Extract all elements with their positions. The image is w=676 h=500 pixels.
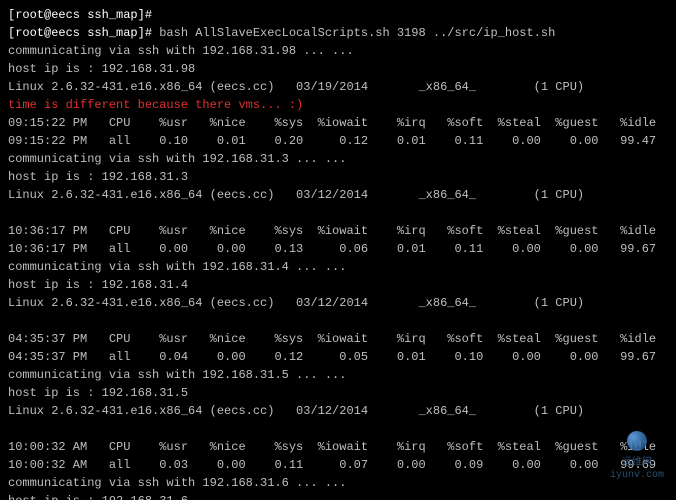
mpstat-header: 10:36:17 PM CPU %usr %nice %sys %iowait … xyxy=(8,224,656,238)
kernel-line: Linux 2.6.32-431.e16.x86_64 (eecs.cc) 03… xyxy=(8,188,584,202)
terminal-window[interactable]: [root@eecs ssh_map]# [root@eecs ssh_map]… xyxy=(0,0,676,500)
ssh-comm-line: communicating via ssh with 192.168.31.4 … xyxy=(8,260,346,274)
ssh-comm-line: communicating via ssh with 192.168.31.98… xyxy=(8,44,354,58)
host-ip-line: host ip is : 192.168.31.4 xyxy=(8,278,188,292)
host-ip-line: host ip is : 192.168.31.5 xyxy=(8,386,188,400)
mpstat-header: 04:35:37 PM CPU %usr %nice %sys %iowait … xyxy=(8,332,656,346)
host-ip-line: host ip is : 192.168.31.98 xyxy=(8,62,195,76)
host-ip-line: host ip is : 192.168.31.6 xyxy=(8,494,188,500)
ssh-comm-line: communicating via ssh with 192.168.31.6 … xyxy=(8,476,346,490)
mpstat-row: 04:35:37 PM all 0.04 0.00 0.12 0.05 0.01… xyxy=(8,350,656,364)
mpstat-row: 10:36:17 PM all 0.00 0.00 0.13 0.06 0.01… xyxy=(8,242,656,256)
host-ip-line: host ip is : 192.168.31.3 xyxy=(8,170,188,184)
watermark: 运维网iyunv.com xyxy=(610,431,664,482)
ssh-comm-line: communicating via ssh with 192.168.31.3 … xyxy=(8,152,346,166)
ssh-comm-line: communicating via ssh with 192.168.31.5 … xyxy=(8,368,346,382)
mpstat-row: 10:00:32 AM all 0.03 0.00 0.11 0.07 0.00… xyxy=(8,458,656,472)
kernel-line: Linux 2.6.32-431.e16.x86_64 (eecs.cc) 03… xyxy=(8,296,584,310)
warning-line: time is different because there vms... :… xyxy=(8,98,303,112)
shell-prompt: [root@eecs ssh_map]# xyxy=(8,8,152,22)
mpstat-row: 09:15:22 PM all 0.10 0.01 0.20 0.12 0.01… xyxy=(8,134,656,148)
kernel-line: Linux 2.6.32-431.e16.x86_64 (eecs.cc) 03… xyxy=(8,80,584,94)
shell-prompt: [root@eecs ssh_map]# xyxy=(8,26,152,40)
mpstat-header: 09:15:22 PM CPU %usr %nice %sys %iowait … xyxy=(8,116,656,130)
kernel-line: Linux 2.6.32-431.e16.x86_64 (eecs.cc) 03… xyxy=(8,404,584,418)
command-text: bash AllSlaveExecLocalScripts.sh 3198 ..… xyxy=(159,26,555,40)
mpstat-header: 10:00:32 AM CPU %usr %nice %sys %iowait … xyxy=(8,440,656,454)
